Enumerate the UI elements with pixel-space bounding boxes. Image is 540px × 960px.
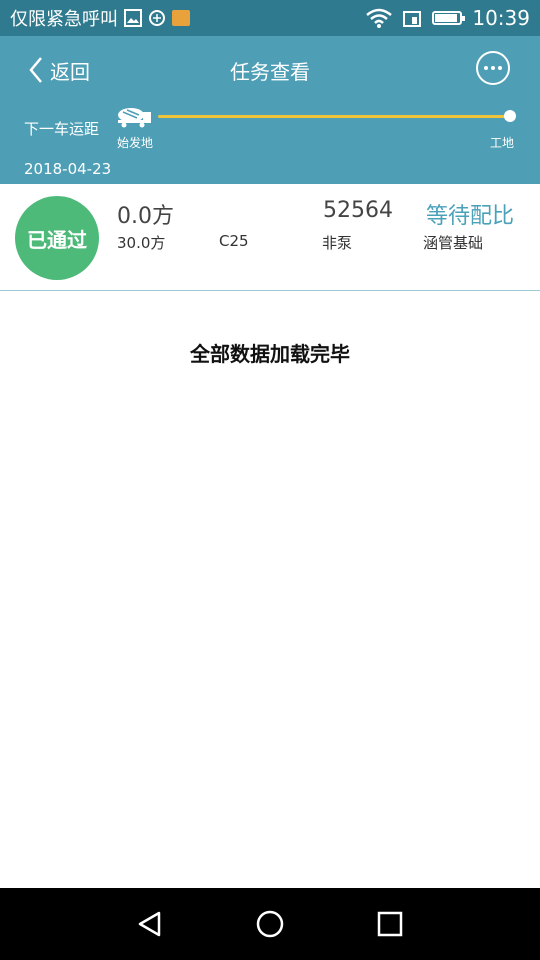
more-button[interactable] <box>476 51 510 85</box>
mixer-truck-icon <box>118 108 151 128</box>
navigation-bar <box>0 888 540 960</box>
carrier-text: 仅限紧急呼叫 <box>10 9 118 30</box>
wifi-icon <box>366 8 393 28</box>
status-badge: 已通过 <box>15 196 99 280</box>
back-nav-icon[interactable] <box>135 909 165 939</box>
sync-icon <box>149 10 165 26</box>
construction-part: 涵管基础 <box>423 234 484 252</box>
page-title: 任务查看 <box>230 60 310 84</box>
header: 返回 任务查看 下一车运距 始发地 工地 2018-04-23 <box>0 36 540 184</box>
date-label: 2018-04-23 <box>24 160 112 178</box>
load-complete-text: 全部数据加载完毕 <box>190 342 350 366</box>
image-icon <box>124 9 142 27</box>
status-left: 仅限紧急呼叫 <box>10 5 190 31</box>
destination-label: 工地 <box>490 136 515 150</box>
notification-icon <box>172 10 190 26</box>
route-progress-line <box>158 115 508 118</box>
task-number: 52564 <box>323 198 393 223</box>
task-status: 等待配比 <box>426 204 515 229</box>
status-right: 10:39 <box>366 6 530 30</box>
task-card[interactable]: 已通过 0.0方 30.0方 C25 52564 非泵 等待配比 涵管基础 <box>0 184 540 291</box>
battery-icon <box>432 11 466 25</box>
total-volume: 30.0方 <box>117 234 166 252</box>
pump-type: 非泵 <box>322 234 353 252</box>
sim-icon <box>403 11 422 27</box>
clock: 10:39 <box>472 6 530 30</box>
concrete-grade: C25 <box>219 232 249 250</box>
route-destination-dot <box>504 110 516 122</box>
status-bar: 仅限紧急呼叫 10:39 <box>0 0 540 36</box>
distance-label: 下一车运距 <box>24 120 100 138</box>
delivered-volume: 0.0方 <box>117 204 174 229</box>
origin-label: 始发地 <box>117 136 154 150</box>
more-icon <box>484 66 502 70</box>
recents-nav-icon[interactable] <box>375 909 405 939</box>
home-nav-icon[interactable] <box>255 909 285 939</box>
